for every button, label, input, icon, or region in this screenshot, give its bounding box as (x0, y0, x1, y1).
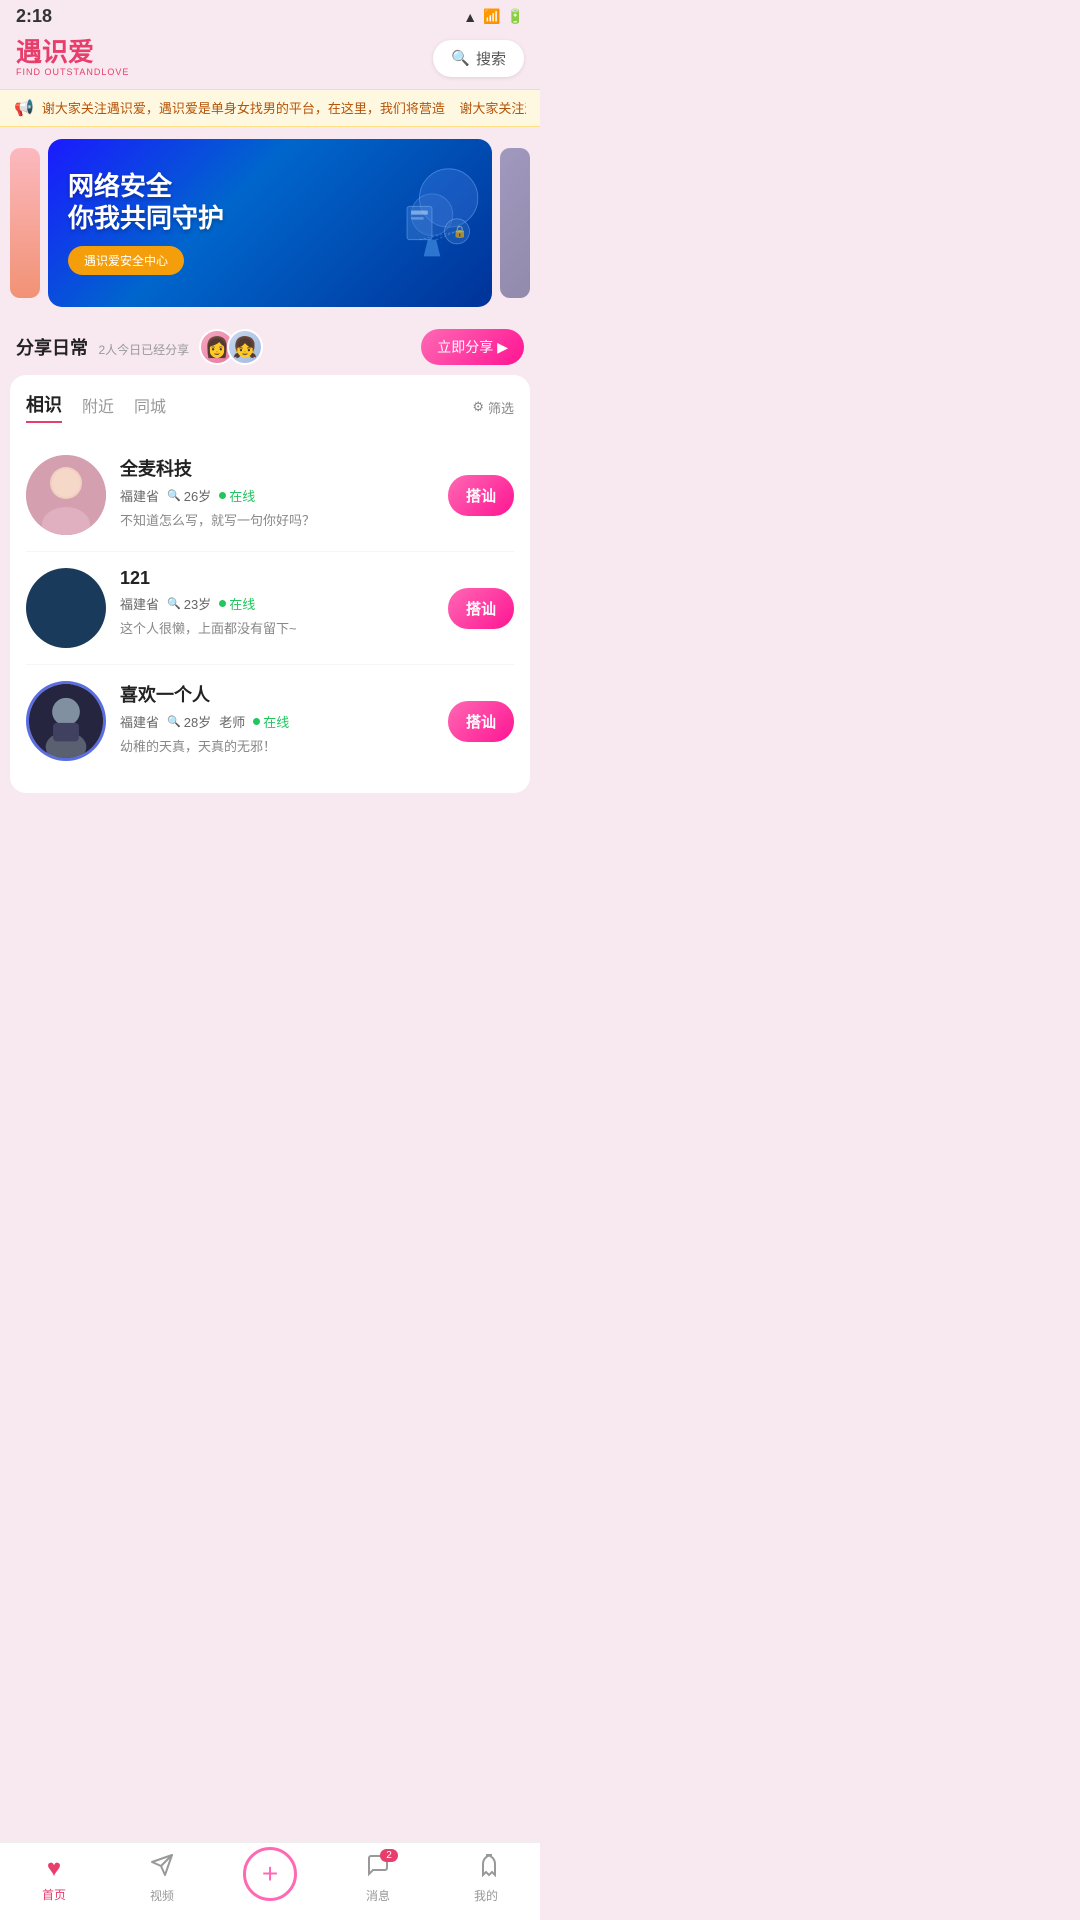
nav-video-label: 视频 (150, 1887, 174, 1904)
app-logo: 遇识爱 (16, 39, 94, 65)
user-info-3: 喜欢一个人 福建省 🔍28岁 老师 在线 幼稚的天真，天真的无邪！ (120, 681, 434, 755)
user-job-3: 老师 (219, 712, 245, 731)
wifi-icon: ▲ (463, 9, 477, 25)
search-icon: 🔍 (451, 49, 470, 67)
logo-area: 遇识爱 FIND OUTSTANDLOVE (16, 39, 129, 77)
user-online-2: 在线 (219, 594, 255, 613)
plus-icon: + (262, 1860, 278, 1888)
contact-button-3[interactable]: 搭讪 (448, 701, 514, 742)
tab-xiangshi[interactable]: 相识 (26, 391, 62, 423)
online-dot-1 (219, 492, 226, 499)
banner-side-left (10, 148, 40, 298)
home-heart-icon: ♥ (47, 1855, 61, 1883)
user-location-1: 福建省 (120, 486, 159, 505)
tab-bar: 相识 附近 同城 ⚙ 筛选 (26, 391, 514, 423)
message-badge: 2 (380, 1849, 398, 1862)
battery-icon: 🔋 (507, 8, 524, 25)
online-dot-2 (219, 600, 226, 607)
nav-home[interactable]: ♥ 首页 (24, 1855, 84, 1903)
share-now-icon: ▶ (497, 339, 508, 356)
search-small-icon-2: 🔍 (167, 597, 181, 610)
nav-messages[interactable]: 2 消息 (348, 1853, 408, 1904)
online-dot-3 (253, 718, 260, 725)
filter-label: 筛选 (488, 398, 514, 417)
header: 遇识爱 FIND OUTSTANDLOVE 🔍 搜索 (0, 31, 540, 89)
user-info-1: 全麦科技 福建省 🔍26岁 在线 不知道怎么写，就写一句你好吗？ (120, 455, 434, 529)
search-small-icon-3: 🔍 (167, 715, 181, 728)
user-card-1: 全麦科技 福建省 🔍26岁 在线 不知道怎么写，就写一句你好吗？ 搭讪 (26, 439, 514, 552)
status-bar: 2:18 ▲ 📶 🔋 (0, 0, 540, 31)
user-card-2: 121 福建省 🔍23岁 在线 这个人很懒，上面都没有留下~ 搭讪 (26, 552, 514, 665)
share-subtitle: 2人今日已经分享 (98, 343, 189, 357)
banner-main[interactable]: 网络安全 你我共同守护 遇识爱安全中心 🔒 (48, 139, 492, 307)
user-meta-3: 福建省 🔍28岁 老师 在线 (120, 712, 434, 731)
user-online-3: 在线 (253, 712, 289, 731)
user-bio-2: 这个人很懒，上面都没有留下~ (120, 618, 434, 637)
nav-profile[interactable]: 我的 (456, 1853, 516, 1904)
search-label: 搜索 (476, 48, 506, 69)
signal-icon: 📶 (483, 8, 500, 25)
filter-icon: ⚙ (472, 399, 484, 415)
video-send-icon (150, 1853, 174, 1884)
speaker-icon: 📢 (14, 98, 34, 118)
share-now-label: 立即分享 (437, 337, 493, 357)
share-section: 分享日常 2人今日已经分享 👩 👧 立即分享 ▶ (0, 319, 540, 375)
share-left: 分享日常 2人今日已经分享 👩 👧 (16, 329, 263, 365)
profile-ghost-icon (474, 1853, 498, 1884)
user-meta-2: 福建省 🔍23岁 在线 (120, 594, 434, 613)
nav-messages-label: 消息 (366, 1887, 390, 1904)
filter-button[interactable]: ⚙ 筛选 (472, 398, 514, 417)
contact-button-2[interactable]: 搭讪 (448, 588, 514, 629)
search-button[interactable]: 🔍 搜索 (433, 40, 524, 77)
nav-home-label: 首页 (42, 1886, 66, 1903)
share-title: 分享日常 (16, 338, 88, 358)
user-list-section: 相识 附近 同城 ⚙ 筛选 全麦科技 (10, 375, 530, 793)
share-now-button[interactable]: 立即分享 ▶ (421, 329, 524, 365)
user-info-2: 121 福建省 🔍23岁 在线 这个人很懒，上面都没有留下~ (120, 568, 434, 637)
tab-tongcheng[interactable]: 同城 (134, 393, 166, 421)
user-age-2: 🔍23岁 (167, 594, 211, 613)
banner-cta-button[interactable]: 遇识爱安全中心 (68, 246, 184, 275)
search-small-icon-1: 🔍 (167, 489, 181, 502)
marquee-text: 谢大家关注遇识爱，遇识爱是单身女找男的平台，在这里，我们将营造 谢大家关注遇识爱… (42, 101, 526, 116)
contact-button-1[interactable]: 搭讪 (448, 475, 514, 516)
banner-side-right (500, 148, 530, 298)
user-name-2: 121 (120, 568, 434, 589)
user-avatar-2[interactable] (26, 568, 106, 648)
user-bio-3: 幼稚的天真，天真的无邪！ (120, 736, 434, 755)
user-card-3: 喜欢一个人 福建省 🔍28岁 老师 在线 幼稚的天真，天真的无邪！ 搭讪 (26, 665, 514, 777)
nav-add[interactable]: + (240, 1857, 300, 1901)
svg-text:🔒: 🔒 (453, 226, 468, 239)
user-location-2: 福建省 (120, 594, 159, 613)
user-meta-1: 福建省 🔍26岁 在线 (120, 486, 434, 505)
bottom-nav: ♥ 首页 视频 + 2 消息 我的 (0, 1842, 540, 1920)
banner-area: 网络安全 你我共同守护 遇识爱安全中心 🔒 (0, 127, 540, 319)
share-avatars: 👩 👧 (199, 329, 263, 365)
marquee-bar: 📢 谢大家关注遇识爱，遇识爱是单身女找男的平台，在这里，我们将营造 谢大家关注遇… (0, 89, 540, 127)
user-location-3: 福建省 (120, 712, 159, 731)
status-time: 2:18 (16, 6, 52, 27)
banner-decoration: 🔒 (382, 163, 482, 283)
user-online-1: 在线 (219, 486, 255, 505)
user-name-3: 喜欢一个人 (120, 681, 434, 707)
user-avatar-3[interactable] (26, 681, 106, 761)
nav-video[interactable]: 视频 (132, 1853, 192, 1904)
nav-profile-label: 我的 (474, 1887, 498, 1904)
user-age-1: 🔍26岁 (167, 486, 211, 505)
user-bio-1: 不知道怎么写，就写一句你好吗？ (120, 510, 434, 529)
status-icons: ▲ 📶 🔋 (463, 8, 524, 25)
share-avatar-2: 👧 (227, 329, 263, 365)
message-chat-icon: 2 (366, 1853, 390, 1884)
user-age-3: 🔍28岁 (167, 712, 211, 731)
user-name-1: 全麦科技 (120, 455, 434, 481)
logo-subtitle: FIND OUTSTANDLOVE (16, 67, 129, 77)
tab-fujin[interactable]: 附近 (82, 393, 114, 421)
add-button[interactable]: + (243, 1847, 297, 1901)
user-avatar-1[interactable] (26, 455, 106, 535)
